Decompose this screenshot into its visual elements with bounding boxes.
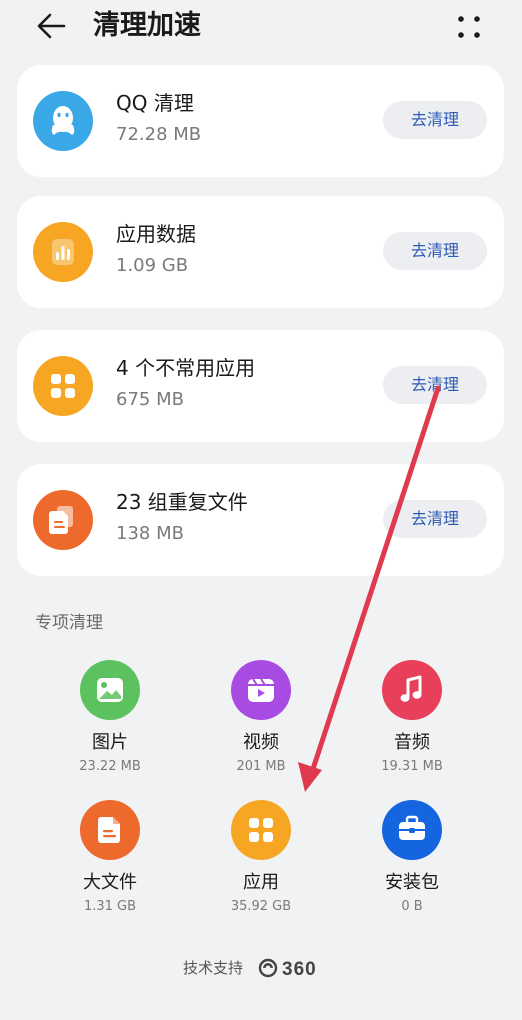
music-note-icon: [382, 660, 442, 720]
video-icon: [231, 660, 291, 720]
clean-button[interactable]: 去清理: [383, 366, 487, 404]
tile-videos[interactable]: 视频 201 MB: [191, 660, 331, 790]
tile-label: 大文件: [83, 872, 137, 893]
brand-logo: 360: [258, 958, 317, 980]
qq-icon: [33, 91, 93, 151]
top-bar: 清理加速: [0, 0, 522, 56]
clean-button[interactable]: 去清理: [383, 500, 487, 538]
tile-label: 音频: [394, 732, 430, 753]
tile-size: 1.31 GB: [83, 899, 137, 914]
page-title: 清理加速: [93, 10, 201, 41]
footer: 技术支持 360: [0, 954, 522, 982]
app-grid-icon: [231, 800, 291, 860]
file-icon: [80, 800, 140, 860]
bar-chart-icon: [33, 222, 93, 282]
card-qq-clean[interactable]: QQ 清理 72.28 MB 去清理: [17, 65, 504, 177]
svg-text:360: 360: [282, 959, 317, 980]
tile-label: 安装包: [385, 872, 439, 893]
clean-button[interactable]: 去清理: [383, 101, 487, 139]
clean-button[interactable]: 去清理: [383, 232, 487, 270]
card-size: 1.09 GB: [116, 255, 189, 276]
card-duplicate-files[interactable]: 23 组重复文件 138 MB 去清理: [17, 464, 504, 576]
tile-audio[interactable]: 音频 19.31 MB: [342, 660, 482, 790]
card-title: QQ 清理: [116, 91, 194, 115]
card-app-data[interactable]: 应用数据 1.09 GB 去清理: [17, 196, 504, 308]
app-grid-icon: [33, 356, 93, 416]
tile-size: 35.92 GB: [230, 899, 292, 914]
card-unused-apps[interactable]: 4 个不常用应用 675 MB 去清理: [17, 330, 504, 442]
image-icon: [80, 660, 140, 720]
tile-size: 0 B: [401, 899, 423, 914]
tile-images[interactable]: 图片 23.22 MB: [40, 660, 180, 790]
arrow-left-icon: [37, 13, 66, 39]
tile-large-files[interactable]: 大文件 1.31 GB: [40, 800, 180, 930]
tile-label: 应用: [243, 872, 279, 893]
card-size: 675 MB: [116, 389, 184, 410]
tile-label: 视频: [243, 732, 279, 753]
card-title: 23 组重复文件: [116, 490, 248, 514]
card-title: 应用数据: [116, 222, 196, 246]
more-options-button[interactable]: [452, 10, 486, 44]
toolbox-icon: [382, 800, 442, 860]
back-button[interactable]: [34, 8, 70, 44]
four-dots-icon: [458, 16, 480, 38]
tile-size: 23.22 MB: [79, 759, 141, 774]
tile-install-packages[interactable]: 安装包 0 B: [342, 800, 482, 930]
documents-icon: [33, 490, 93, 550]
card-size: 138 MB: [116, 523, 184, 544]
card-title: 4 个不常用应用: [116, 356, 256, 380]
tile-size: 201 MB: [236, 759, 286, 774]
powered-by-text: 技术支持: [183, 959, 244, 977]
card-size: 72.28 MB: [116, 124, 202, 145]
tile-label: 图片: [92, 732, 128, 753]
section-title: 专项清理: [35, 613, 103, 633]
tile-apps[interactable]: 应用 35.92 GB: [191, 800, 331, 930]
tile-size: 19.31 MB: [381, 759, 443, 774]
